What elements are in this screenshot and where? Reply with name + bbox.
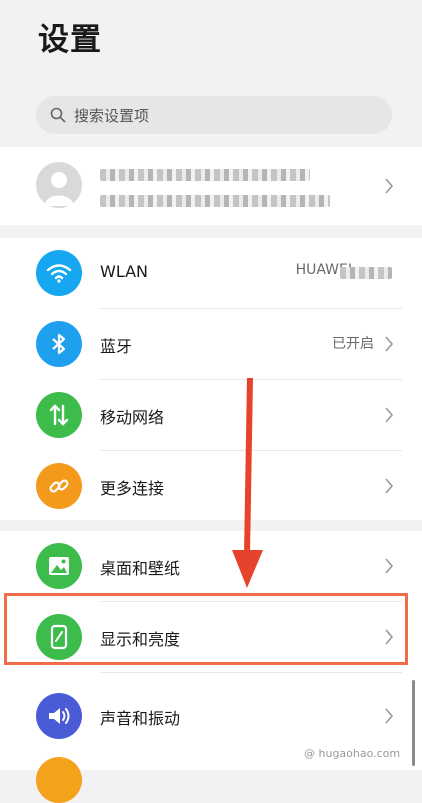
account-name-redacted: [100, 169, 310, 181]
setting-row-bluetooth[interactable]: 蓝牙 已开启: [0, 309, 422, 379]
highlight-box: [4, 593, 408, 665]
bluetooth-icon: [36, 321, 82, 367]
setting-value-bluetooth: 已开启: [332, 336, 374, 352]
chevron-right-icon: [385, 178, 394, 194]
link-icon: [36, 463, 82, 509]
search-placeholder: 搜索设置项: [74, 106, 150, 125]
image-icon: [36, 543, 82, 589]
setting-row-home-wallpaper[interactable]: 桌面和壁纸: [0, 531, 422, 601]
chevron-right-icon: [385, 708, 394, 724]
wifi-icon: [36, 250, 82, 296]
person-icon: [36, 162, 82, 208]
setting-label-bluetooth: 蓝牙: [100, 337, 133, 356]
scrollbar[interactable]: [412, 680, 415, 766]
setting-label-sound-vibration: 声音和振动: [100, 709, 181, 728]
setting-label-mobile-network: 移动网络: [100, 408, 165, 427]
chevron-right-icon: [385, 336, 394, 352]
setting-row-wlan[interactable]: WLAN HUAWEI: [0, 238, 422, 308]
setting-label-home-wallpaper: 桌面和壁纸: [100, 559, 181, 578]
divider: [100, 672, 402, 673]
wlan-name-redacted: [340, 267, 392, 279]
speaker-icon: [36, 693, 82, 739]
watermark: @ hugaohao.com: [300, 746, 405, 761]
chevron-right-icon: [385, 407, 394, 423]
page-title: 设置: [38, 22, 102, 58]
partial-next-item-icon: [36, 757, 82, 803]
mobile-data-icon: [36, 392, 82, 438]
chevron-right-icon: [385, 478, 394, 494]
setting-label-wlan: WLAN: [100, 262, 149, 281]
account-subtitle-redacted: [100, 195, 330, 207]
network-group: WLAN HUAWEI 蓝牙 已开启 移动网络 更多连接: [0, 238, 422, 520]
account-row[interactable]: [0, 147, 422, 225]
setting-row-sound-vibration[interactable]: 声音和振动: [0, 681, 422, 751]
search-icon: [50, 107, 66, 123]
setting-row-mobile-network[interactable]: 移动网络: [0, 380, 422, 450]
chevron-right-icon: [385, 558, 394, 574]
setting-row-more-connections[interactable]: 更多连接: [0, 451, 422, 521]
setting-label-more-connections: 更多连接: [100, 479, 165, 498]
search-bar[interactable]: 搜索设置项: [36, 96, 392, 134]
